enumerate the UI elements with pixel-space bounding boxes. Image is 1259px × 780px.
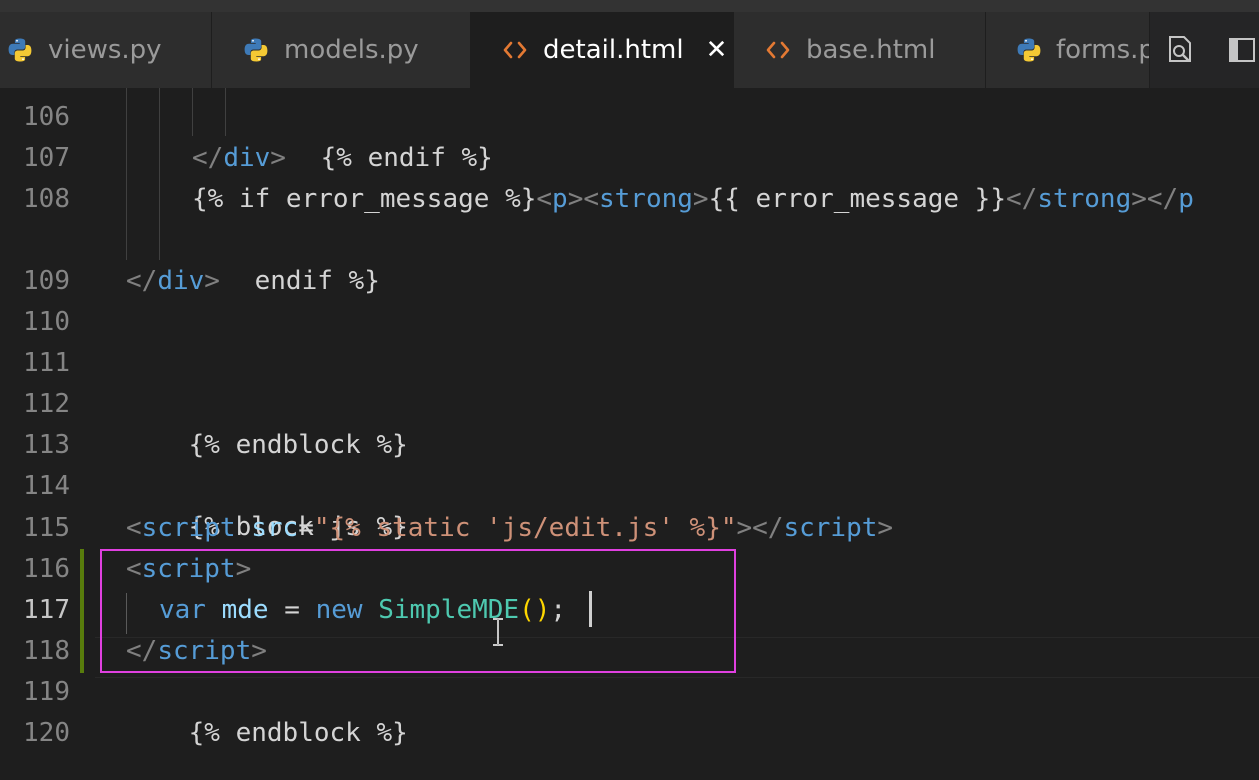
indent-guide: [159, 178, 160, 260]
python-icon: [242, 37, 270, 63]
line-number: 113: [23, 430, 70, 460]
html-tag: script: [157, 636, 252, 666]
line-number: 120: [23, 718, 70, 748]
template-tag: {% endif %}: [320, 143, 493, 173]
punctuation: >: [1131, 184, 1147, 214]
code-line-118: </script>: [126, 631, 267, 672]
line-number-gutter: 106 107 108 109 110 111 112 113 114 115 …: [0, 88, 95, 780]
html-tag: strong: [1037, 184, 1132, 214]
tab-views-py[interactable]: views.py: [0, 12, 212, 88]
line-number: 106: [23, 102, 70, 132]
keyword: new: [315, 595, 363, 625]
variable: mde: [221, 595, 269, 625]
indent-guide: [126, 593, 127, 634]
line-number: 111: [23, 348, 70, 378]
code-line-114: {% block js %}: [126, 466, 408, 542]
template-tag: endif %}: [254, 266, 380, 296]
equals-sign: =: [298, 513, 314, 543]
text-cursor: [589, 591, 592, 627]
tab-forms-py[interactable]: forms.p: [986, 12, 1150, 88]
code-editor[interactable]: · · · · · · · · · · · · · · 106 107 108 …: [0, 88, 1259, 780]
punctuation: ></: [736, 513, 784, 543]
python-icon: [1016, 37, 1042, 63]
template-tag: {% endblock %}: [188, 718, 408, 748]
tab-label: views.py: [48, 35, 162, 65]
html-tag: div: [157, 266, 205, 296]
line-number: 118: [23, 636, 70, 666]
line-number: 119: [23, 677, 70, 707]
html-tag: script: [141, 554, 236, 584]
html-attribute: src: [251, 513, 299, 543]
html-tag: script: [141, 513, 236, 543]
punctuation: >: [270, 143, 286, 173]
punctuation: >: [877, 513, 894, 543]
indent-guide: [159, 88, 160, 178]
ibeam-cursor-icon: [488, 617, 508, 651]
code-line-109: </div>: [126, 261, 220, 302]
code-line-108: {% if error_message %}<p><strong>{{ erro…: [192, 179, 1194, 220]
punctuation: </: [1146, 184, 1179, 214]
code-line-116: <script>: [126, 549, 251, 590]
punctuation: >: [567, 184, 584, 214]
punctuation: >: [204, 266, 220, 296]
indent-guide: [126, 88, 127, 260]
html-icon: [764, 39, 792, 61]
html-tag: strong: [599, 184, 693, 214]
html-icon: [501, 39, 529, 61]
tab-label: base.html: [806, 35, 936, 65]
punctuation: >: [235, 554, 252, 584]
indent-guide: [225, 88, 226, 136]
code-line-112: {% endblock %}: [126, 384, 408, 460]
code-line-115: <script src="{% static 'js/edit.js' %}">…: [126, 508, 893, 549]
parentheses: (): [519, 595, 551, 625]
tab-base-html[interactable]: base.html: [734, 12, 986, 88]
code-line-107: </div>: [192, 138, 286, 179]
line-number: 116: [23, 554, 70, 584]
punctuation: <: [126, 513, 142, 543]
line-number: 107: [23, 143, 70, 173]
tab-label: models.py: [284, 35, 419, 65]
punctuation: </: [192, 143, 224, 173]
html-tag: p: [1178, 184, 1194, 214]
html-tag: div: [223, 143, 271, 173]
code-line-119: {% endblock %}: [126, 672, 408, 748]
line-number: 115: [23, 513, 70, 543]
line-number-current: 117: [23, 595, 70, 625]
template-variable: {{ error_message }}: [708, 184, 1006, 214]
punctuation: <: [126, 554, 142, 584]
html-tag: p: [552, 184, 568, 214]
punctuation: </: [126, 636, 158, 666]
line-number: 112: [23, 389, 70, 419]
punctuation: <: [583, 184, 599, 214]
indent-guide: [192, 88, 193, 136]
open-preview-icon[interactable]: [1164, 28, 1199, 72]
line-number: 108: [23, 184, 70, 214]
tab-detail-html[interactable]: detail.html ✕: [471, 12, 734, 88]
tab-label: detail.html: [543, 35, 684, 65]
string-literal: "{% static 'js/edit.js' %}": [313, 513, 737, 543]
python-icon: [6, 37, 34, 63]
title-strip: [0, 0, 1259, 12]
punctuation: <: [536, 184, 553, 214]
line-number: 110: [23, 307, 70, 337]
tab-models-py[interactable]: models.py: [212, 12, 471, 88]
line-number: 114: [23, 471, 70, 501]
operator: =: [268, 595, 316, 625]
punctuation: </: [126, 266, 158, 296]
html-tag: script: [783, 513, 878, 543]
code-line-108-wrap: endif %}: [192, 220, 380, 296]
tab-label: forms.p: [1056, 35, 1150, 65]
editor-actions: [1150, 12, 1259, 88]
line-number: 109: [23, 266, 70, 296]
close-icon[interactable]: ✕: [706, 35, 728, 65]
punctuation: </: [1006, 184, 1038, 214]
split-editor-icon[interactable]: [1225, 28, 1259, 72]
punctuation: >: [692, 184, 709, 214]
semicolon: ;: [550, 595, 567, 625]
keyword: var: [159, 595, 206, 625]
code-line-106: {% endif %}: [258, 97, 493, 173]
punctuation: >: [251, 636, 267, 666]
template-tag: {% if error_message %}: [192, 184, 537, 214]
template-tag: {% endblock %}: [188, 430, 408, 460]
